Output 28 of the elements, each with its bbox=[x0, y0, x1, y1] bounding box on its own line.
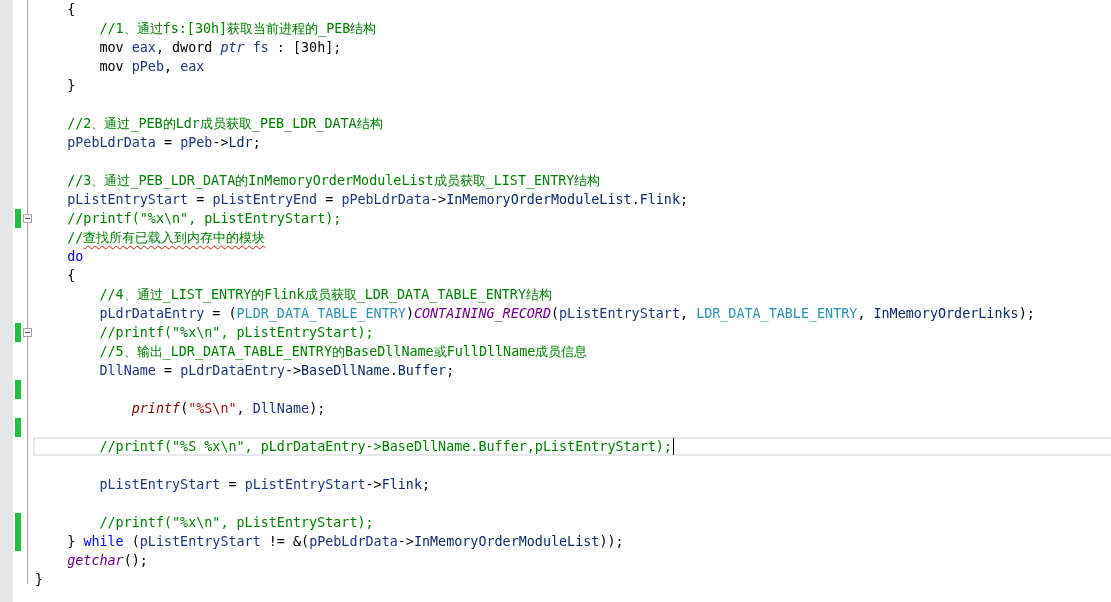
code-line: printf("%S\n", DllName); bbox=[131, 400, 326, 418]
code-line: //2、通过_PEB的Ldr成员获取_PEB_LDR_DATA结构 bbox=[67, 115, 383, 133]
code-line: do bbox=[67, 248, 84, 266]
code-line: pListEntryStart = pListEntryEnd = pPebLdrData->InMemoryOrderModuleList.Flink; bbox=[67, 191, 689, 209]
collapse-icon[interactable] bbox=[23, 214, 32, 223]
code-line: mov pPeb, eax bbox=[99, 58, 205, 76]
code-line: getchar(); bbox=[67, 552, 148, 570]
code-line: pListEntryStart = pListEntryStart->Flink; bbox=[99, 476, 431, 494]
code-line: } bbox=[35, 571, 44, 589]
code-line: //printf("%x\n", pListEntryStart); bbox=[99, 514, 374, 532]
code-line: pPebLdrData = pPeb->Ldr; bbox=[67, 134, 261, 152]
code-line: //5、输出_LDR_DATA_TABLE_ENTRY的BaseDllName或FullDllName成员信息 bbox=[99, 343, 588, 361]
code-line: //1、通过fs:[30h]获取当前进程的_PEB结构 bbox=[99, 20, 377, 38]
code-line: //4、通过_LIST_ENTRY的Flink成员获取_LDR_DATA_TABLE_ENTRY结构 bbox=[99, 286, 552, 304]
code-line: } bbox=[67, 77, 76, 95]
code-line: //printf("%S %x\n", pLdrDataEntry->BaseDllName.Buffer,pListEntryStart); bbox=[99, 438, 672, 456]
text-cursor bbox=[672, 438, 674, 455]
code-line: mov eax, dword ptr fs : [30h]; bbox=[99, 39, 342, 57]
collapse-icon[interactable] bbox=[23, 328, 32, 337]
code-line: //3、通过_PEB_LDR_DATA的InMemoryOrderModuleList成员获取_LIST_ENTRY结构 bbox=[67, 172, 601, 190]
code-line: { bbox=[67, 1, 76, 19]
code-line: //printf("%x\n", pListEntryStart); bbox=[99, 324, 374, 342]
code-line: //printf("%x\n", pListEntryStart); bbox=[67, 210, 342, 228]
code-line: } while (pListEntryStart != &(pPebLdrData->InMemoryOrderModuleList)); bbox=[67, 533, 624, 551]
code-line: //查找所有已载入到内存中的模块 bbox=[67, 229, 266, 247]
code-line: DllName = pLdrDataEntry->BaseDllName.Buffer; bbox=[99, 362, 455, 380]
code-line: { bbox=[67, 267, 76, 285]
code-line: pLdrDataEntry = (PLDR_DATA_TABLE_ENTRY)CONTAINING_RECORD(pListEntryStart, LDR_DATA_TABLE_ENTRY, InMemoryOrderLinks); bbox=[99, 305, 1035, 323]
